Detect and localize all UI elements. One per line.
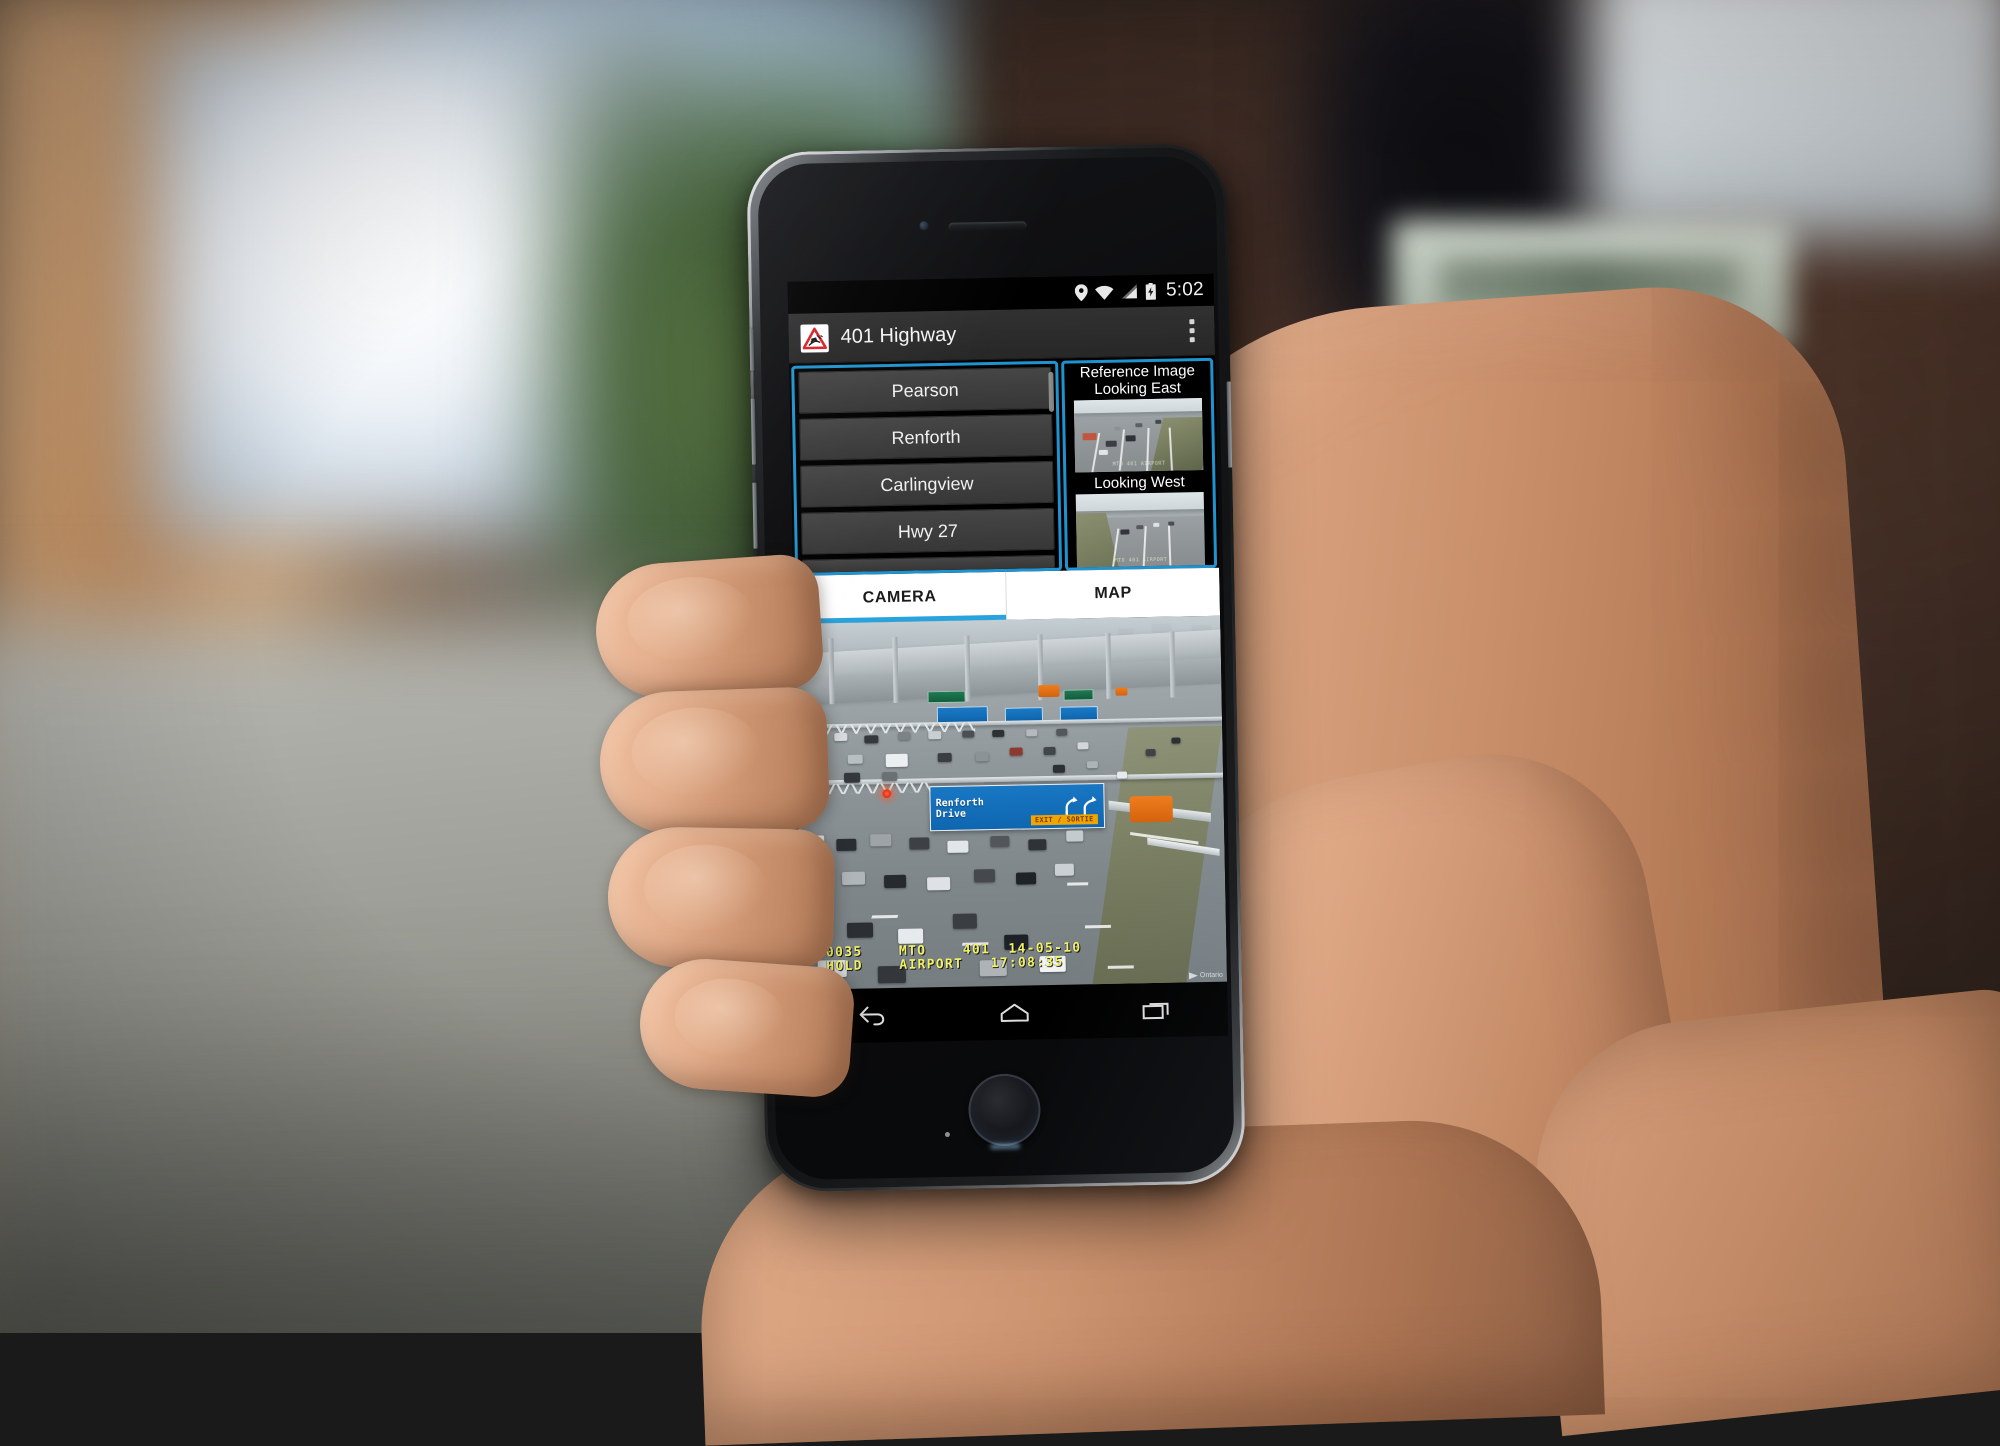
reference-title-line2: Looking East [1094,379,1181,398]
page-title: 401 Highway [840,320,1166,349]
android-nav-bar [801,982,1228,1044]
tab-map[interactable]: MAP [1006,568,1220,620]
list-item-hwy27[interactable]: Hwy 27 [801,508,1055,555]
reference-label-west: Looking West [1094,473,1185,492]
camera-location-list[interactable]: Pearson Renforth Carlingview Hwy 27 [791,361,1062,576]
reference-thumbnail-west[interactable]: MTO 401 AIRPORT [1076,491,1205,567]
camera-watermark-text: Ontario [1200,972,1223,979]
live-camera-image[interactable]: Renforth Drive EXIT / SORTIE [794,616,1227,990]
indicator-dot [945,1132,950,1137]
highway-sign-text: Renforth Drive [931,797,985,820]
camera-overlay-line2: HOLD AIRPORT 17:08:35 [826,955,1064,975]
recents-icon[interactable] [1127,989,1186,1030]
slippery-road-warning-icon [800,324,829,353]
location-pin-icon [1075,284,1088,301]
list-scrollbar[interactable] [1048,372,1054,412]
phone-front-glass: 5:02 401 Highway [757,156,1234,1181]
status-bar-clock: 5:02 [1166,279,1204,302]
action-bar: 401 Highway [788,306,1215,364]
list-item-carlingview[interactable]: Carlingview [800,461,1054,508]
list-item-renforth[interactable]: Renforth [799,414,1053,461]
back-icon[interactable] [843,995,902,1036]
exit-tag: EXIT / SORTIE [1031,815,1098,826]
reference-thumbnail-east[interactable]: MTO 401 AIRPORT [1074,398,1203,472]
tab-bar: CAMERA MAP [793,568,1220,624]
smartphone: 5:02 401 Highway [746,143,1246,1192]
home-button[interactable] [968,1073,1041,1146]
tab-camera[interactable]: CAMERA [793,572,1007,624]
home-icon[interactable] [985,992,1044,1033]
overflow-menu-icon[interactable] [1178,313,1205,347]
camera-watermark: Ontario [1189,972,1223,980]
cell-signal-icon [1121,283,1138,299]
earpiece-speaker [948,221,1026,230]
list-item-pearson[interactable]: Pearson [798,367,1052,414]
reference-image-panel: Reference Image Looking East [1061,358,1217,571]
phone-screen: 5:02 401 Highway [788,274,1229,1044]
highway-sign: Renforth Drive EXIT / SORTIE [929,783,1105,832]
wifi-icon [1095,284,1114,300]
front-camera-icon [919,221,928,230]
top-content-row: Pearson Renforth Carlingview Hwy 27 Refe… [789,356,1219,576]
battery-charging-icon [1145,282,1157,299]
